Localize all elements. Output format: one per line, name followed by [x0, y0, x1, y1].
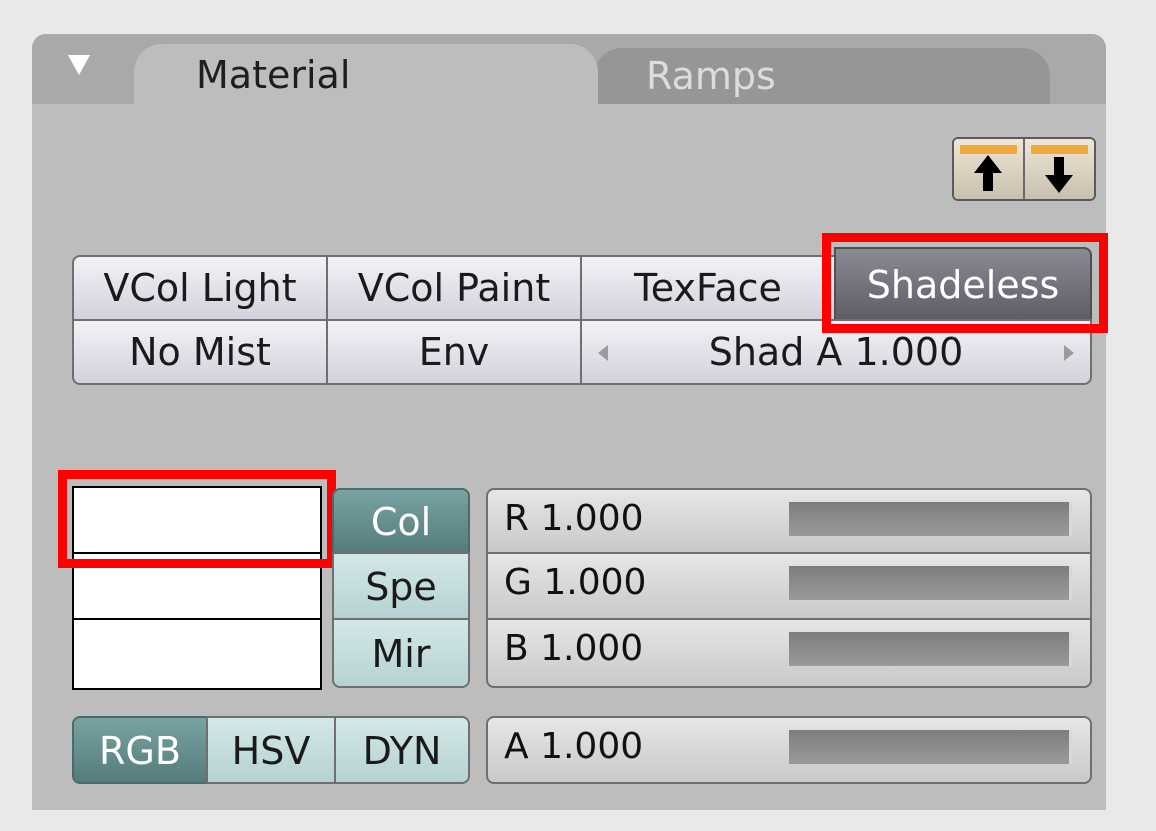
move-down-icon — [1045, 157, 1073, 193]
hsv-mode-button[interactable]: HSV — [206, 716, 336, 784]
tab-ramps[interactable]: Ramps — [594, 48, 1050, 104]
move-up-icon — [974, 155, 1002, 191]
blue-slider[interactable]: B 1.000 — [486, 618, 1092, 688]
tab-material[interactable]: Material — [134, 44, 598, 106]
vcol-paint-toggle[interactable]: VCol Paint — [326, 255, 582, 321]
rgb-mode-button[interactable]: RGB — [72, 716, 208, 784]
no-mist-toggle[interactable]: No Mist — [72, 319, 328, 385]
increment-arrow-icon[interactable] — [1064, 345, 1074, 361]
shad-a-field[interactable]: Shad A 1.000 — [580, 319, 1092, 385]
red-slider-fill — [789, 502, 1072, 536]
col-mode-button[interactable]: Col — [332, 488, 470, 554]
red-slider[interactable]: R 1.000 — [486, 488, 1092, 554]
green-slider[interactable]: G 1.000 — [486, 552, 1092, 620]
panel-order-buttons — [952, 137, 1096, 201]
decrement-arrow-icon[interactable] — [598, 345, 608, 361]
tab-ramps-label: Ramps — [646, 54, 776, 98]
shadeless-toggle[interactable]: Shadeless — [834, 247, 1092, 321]
panel-body — [32, 104, 1106, 810]
blue-slider-fill — [789, 632, 1072, 666]
env-toggle[interactable]: Env — [326, 319, 582, 385]
spe-color-swatch[interactable] — [72, 552, 322, 620]
dyn-mode-button[interactable]: DYN — [334, 716, 470, 784]
col-color-swatch[interactable] — [72, 486, 322, 554]
move-up-button[interactable] — [954, 139, 1023, 199]
green-slider-fill — [789, 566, 1072, 600]
mir-color-swatch[interactable] — [72, 618, 322, 690]
mir-mode-button[interactable]: Mir — [332, 618, 470, 688]
alpha-slider[interactable]: A 1.000 — [486, 716, 1092, 784]
move-down-button[interactable] — [1023, 139, 1094, 199]
vcol-light-toggle[interactable]: VCol Light — [72, 255, 328, 321]
texface-toggle[interactable]: TexFace — [580, 255, 836, 321]
alpha-slider-fill — [789, 730, 1072, 764]
tab-material-label: Material — [196, 53, 351, 97]
spe-mode-button[interactable]: Spe — [332, 552, 470, 620]
triangle-down-icon[interactable] — [68, 55, 90, 75]
